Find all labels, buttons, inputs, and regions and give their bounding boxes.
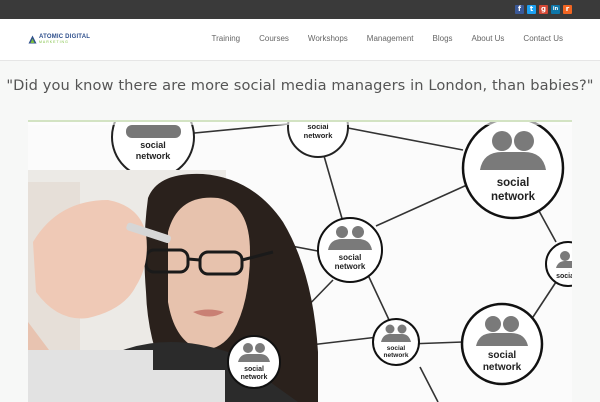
svg-text:social: social: [497, 177, 530, 189]
nav-training[interactable]: Training: [212, 34, 241, 44]
svg-text:social: social: [244, 366, 264, 373]
node-top-left: social network: [111, 122, 195, 179]
nav-management[interactable]: Management: [367, 34, 414, 44]
nav-courses[interactable]: Courses: [259, 34, 289, 44]
node-bottom-right: social network: [460, 302, 544, 386]
node-bottom-left: social network: [227, 335, 281, 389]
svg-text:network: network: [483, 362, 522, 373]
node-top-center: social network: [287, 122, 349, 158]
google-plus-icon[interactable]: g: [539, 5, 548, 14]
nav-about-us[interactable]: About Us: [472, 34, 505, 44]
svg-text:social: social: [387, 345, 406, 352]
nav-workshops[interactable]: Workshops: [308, 34, 348, 44]
hero-quote: "Did you know there are more social medi…: [6, 77, 594, 94]
svg-text:social: social: [339, 253, 362, 262]
svg-text:social: social: [488, 350, 517, 361]
node-center: social network: [317, 217, 383, 283]
svg-text:network: network: [384, 352, 409, 359]
facebook-icon[interactable]: f: [515, 5, 524, 14]
svg-text:network: network: [136, 151, 172, 161]
svg-text:social: social: [556, 273, 572, 280]
social-links: f t g in r: [515, 5, 572, 14]
linkedin-icon[interactable]: in: [551, 5, 560, 14]
svg-text:network: network: [335, 262, 366, 271]
svg-text:network: network: [491, 191, 536, 203]
hero-image: social network social network social net…: [28, 120, 572, 402]
top-bar: f t g in r: [0, 0, 600, 19]
svg-text:network: network: [241, 374, 268, 381]
atom-logo-icon: [28, 35, 37, 43]
node-bottom-center: social network: [372, 318, 420, 366]
main-nav: Training Courses Workshops Management Bl…: [212, 34, 563, 44]
nav-blogs[interactable]: Blogs: [433, 34, 453, 44]
node-right-edge: social: [545, 241, 572, 287]
social-network-illustration: social network social network social net…: [28, 122, 572, 402]
logo-tagline: MARKETING: [39, 40, 69, 44]
svg-text:network: network: [304, 131, 334, 140]
svg-text:social: social: [140, 140, 166, 150]
rss-icon[interactable]: r: [563, 5, 572, 14]
site-header: ATOMIC DIGITAL MARKETING Training Course…: [0, 19, 600, 61]
node-large-right: social network: [461, 122, 565, 220]
twitter-icon[interactable]: t: [527, 5, 536, 14]
nav-contact-us[interactable]: Contact Us: [523, 34, 563, 44]
site-logo[interactable]: ATOMIC DIGITAL MARKETING: [28, 34, 90, 44]
